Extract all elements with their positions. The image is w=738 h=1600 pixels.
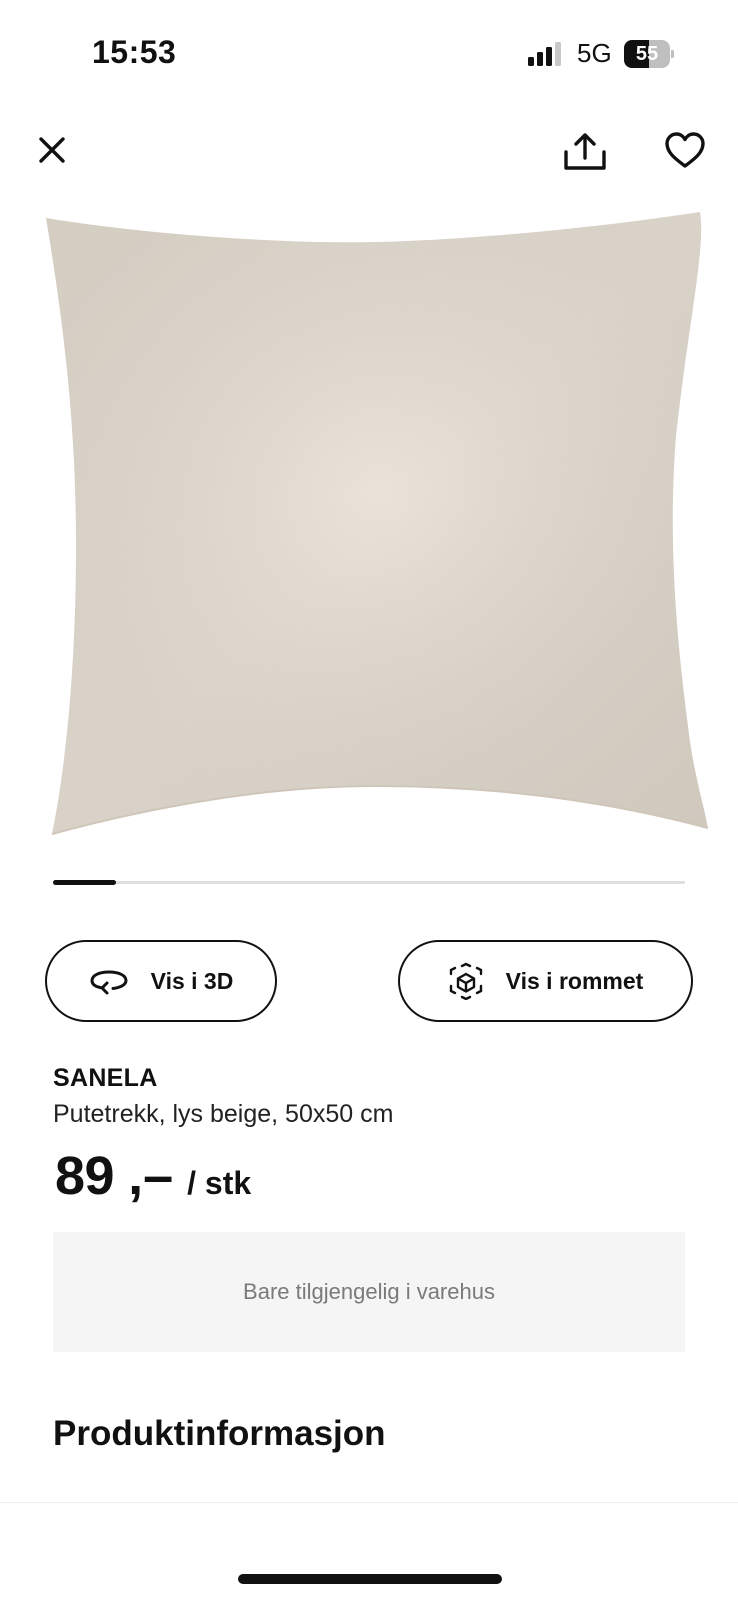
- price-unit: / stk: [187, 1165, 252, 1201]
- product-info-heading[interactable]: Produktinformasjon: [53, 1414, 386, 1454]
- product-description: Putetrekk, lys beige, 50x50 cm: [53, 1100, 394, 1128]
- status-bar: 15:53 5G 55: [0, 0, 738, 110]
- close-icon[interactable]: [30, 128, 74, 172]
- network-type: 5G: [577, 38, 612, 68]
- share-icon[interactable]: [560, 128, 610, 178]
- product-image[interactable]: [36, 206, 708, 858]
- view-in-room-button[interactable]: Vis i rommet: [398, 940, 693, 1022]
- image-carousel-indicator: [53, 880, 685, 885]
- heart-icon[interactable]: [662, 128, 708, 174]
- rotate-3d-icon: [90, 970, 128, 995]
- divider: [0, 1502, 738, 1503]
- battery-level: 55: [635, 43, 659, 65]
- product-detail-screen: 15:53 5G 55 Vis i 3D Vis i rommet SANELA…: [0, 0, 738, 1600]
- ar-cube-icon: [449, 962, 482, 1000]
- price-suffix: ,–: [128, 1146, 174, 1206]
- carousel-active-segment: [53, 880, 117, 885]
- view-in-room-label: Vis i rommet: [505, 967, 644, 994]
- price-value: 89: [55, 1146, 115, 1206]
- view-3d-label: Vis i 3D: [150, 967, 234, 994]
- battery-icon: 55: [624, 40, 674, 68]
- availability-text: Bare tilgjengelig i varehus: [243, 1279, 495, 1304]
- availability-banner: Bare tilgjengelig i varehus: [53, 1232, 685, 1352]
- product-name: SANELA: [53, 1064, 158, 1092]
- status-time: 15:53: [92, 34, 177, 70]
- home-indicator[interactable]: [238, 1574, 502, 1584]
- signal-strength-icon: [528, 42, 561, 66]
- price: 89 ,– / stk: [55, 1145, 251, 1207]
- view-3d-button[interactable]: Vis i 3D: [45, 940, 277, 1022]
